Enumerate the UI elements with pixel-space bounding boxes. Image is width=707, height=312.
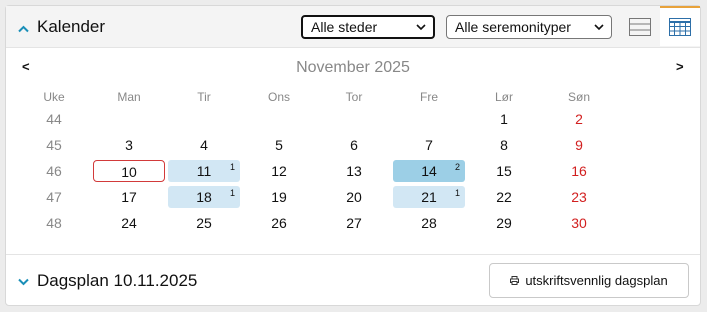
day-number: 22 — [496, 189, 512, 205]
day-number: 8 — [500, 137, 508, 153]
weekday-header: Ons — [267, 90, 290, 104]
week-number: 47 — [46, 189, 62, 205]
day-number: 6 — [350, 137, 358, 153]
day-number: 28 — [421, 215, 437, 231]
chevron-down-icon — [594, 24, 604, 31]
weekday-header: Uke — [43, 90, 65, 104]
calendar-day[interactable]: 27 — [318, 212, 390, 234]
calendar-day[interactable]: 22 — [468, 186, 540, 208]
divider — [6, 254, 700, 255]
day-number: 30 — [571, 215, 587, 231]
list-view-button[interactable] — [620, 8, 660, 46]
day-number: 5 — [275, 137, 283, 153]
week-number: 46 — [46, 163, 62, 179]
month-title: November 2025 — [296, 59, 410, 76]
chevron-down-icon — [416, 24, 426, 31]
day-number: 20 — [346, 189, 362, 205]
month-view-button[interactable] — [660, 6, 700, 46]
day-number: 16 — [571, 163, 587, 179]
day-number: 23 — [571, 189, 587, 205]
calendar-day[interactable]: 5 — [243, 134, 315, 156]
calendar-day[interactable]: 20 — [318, 186, 390, 208]
day-number: 18 — [196, 189, 212, 205]
week-number: 45 — [46, 137, 62, 153]
event-count-badge: 1 — [454, 188, 460, 198]
calendar-day[interactable]: 29 — [468, 212, 540, 234]
calendar-day[interactable]: 6 — [318, 134, 390, 156]
day-number: 3 — [125, 137, 133, 153]
weekday-header: Tor — [345, 90, 363, 104]
event-count-badge: 1 — [229, 188, 235, 198]
places-select[interactable]: Alle steder — [301, 15, 435, 39]
day-number: 15 — [496, 163, 512, 179]
calendar-grid-icon — [669, 18, 691, 36]
print-day-plan-button[interactable]: utskriftsvennlig dagsplan — [489, 263, 689, 298]
day-number: 29 — [496, 215, 512, 231]
weekday-header: Fre — [420, 90, 438, 104]
ceremony-select-value: Alle seremonityper — [455, 19, 571, 35]
day-number: 25 — [196, 215, 212, 231]
calendar-day[interactable]: 4 — [168, 134, 240, 156]
day-number: 10 — [121, 164, 137, 180]
event-count-badge: 1 — [229, 162, 235, 172]
calendar-day[interactable]: 25 — [168, 212, 240, 234]
calendar-day[interactable]: 17 — [93, 186, 165, 208]
day-number: 2 — [575, 111, 583, 127]
calendar-day[interactable]: 26 — [243, 212, 315, 234]
calendar-day[interactable]: 8 — [468, 134, 540, 156]
day-number: 9 — [575, 137, 583, 153]
event-count-badge: 2 — [454, 162, 460, 172]
print-icon — [510, 276, 520, 285]
list-view-icon — [629, 18, 651, 36]
next-month-button[interactable]: > — [676, 59, 684, 74]
calendar-day[interactable]: 30 — [543, 212, 615, 234]
day-number: 14 — [421, 163, 437, 179]
day-number: 13 — [346, 163, 362, 179]
day-plan-title: Dagsplan 10.11.2025 — [37, 271, 198, 290]
calendar-day[interactable]: 28 — [393, 212, 465, 234]
calendar-day[interactable]: 2 — [543, 108, 615, 130]
calendar-day[interactable]: 10 — [93, 160, 165, 182]
calendar-panel: Kalender Alle steder Alle seremonityper — [5, 5, 701, 306]
calendar-day[interactable]: 16 — [543, 160, 615, 182]
weekday-header: Man — [117, 90, 141, 104]
places-select-value: Alle steder — [311, 19, 378, 35]
chevron-down-icon[interactable] — [17, 275, 30, 288]
day-number: 27 — [346, 215, 362, 231]
calendar-day[interactable]: 1 — [468, 108, 540, 130]
week-number: 48 — [46, 215, 62, 231]
calendar-title: Kalender — [37, 17, 106, 36]
calendar-day[interactable]: 11 1 — [168, 160, 240, 182]
day-number: 19 — [271, 189, 287, 205]
day-number: 17 — [121, 189, 137, 205]
weekday-header: Tir — [197, 90, 211, 104]
calendar-day[interactable]: 12 — [243, 160, 315, 182]
day-number: 21 — [421, 189, 437, 205]
day-number: 7 — [425, 137, 433, 153]
calendar-day[interactable]: 14 2 — [393, 160, 465, 182]
week-number: 44 — [46, 111, 62, 127]
calendar-day[interactable]: 13 — [318, 160, 390, 182]
print-button-label: utskriftsvennlig dagsplan — [525, 273, 668, 288]
calendar-day[interactable]: 21 1 — [393, 186, 465, 208]
calendar-header: Kalender Alle steder Alle seremonityper — [6, 6, 700, 48]
chevron-up-icon[interactable] — [17, 22, 30, 35]
calendar-day[interactable]: 23 — [543, 186, 615, 208]
day-number: 26 — [271, 215, 287, 231]
day-number: 11 — [196, 163, 212, 179]
weekday-header: Lør — [495, 90, 513, 104]
calendar-day[interactable]: 18 1 — [168, 186, 240, 208]
day-number: 24 — [121, 215, 137, 231]
weekday-header: Søn — [567, 90, 590, 104]
calendar-day[interactable]: 19 — [243, 186, 315, 208]
day-number: 1 — [500, 111, 508, 127]
ceremony-type-select[interactable]: Alle seremonityper — [446, 15, 612, 39]
calendar-day[interactable]: 3 — [93, 134, 165, 156]
calendar-day[interactable]: 7 — [393, 134, 465, 156]
day-number: 12 — [271, 163, 287, 179]
calendar-day[interactable]: 15 — [468, 160, 540, 182]
calendar-day[interactable]: 24 — [93, 212, 165, 234]
day-number: 4 — [200, 137, 208, 153]
calendar-day[interactable]: 9 — [543, 134, 615, 156]
